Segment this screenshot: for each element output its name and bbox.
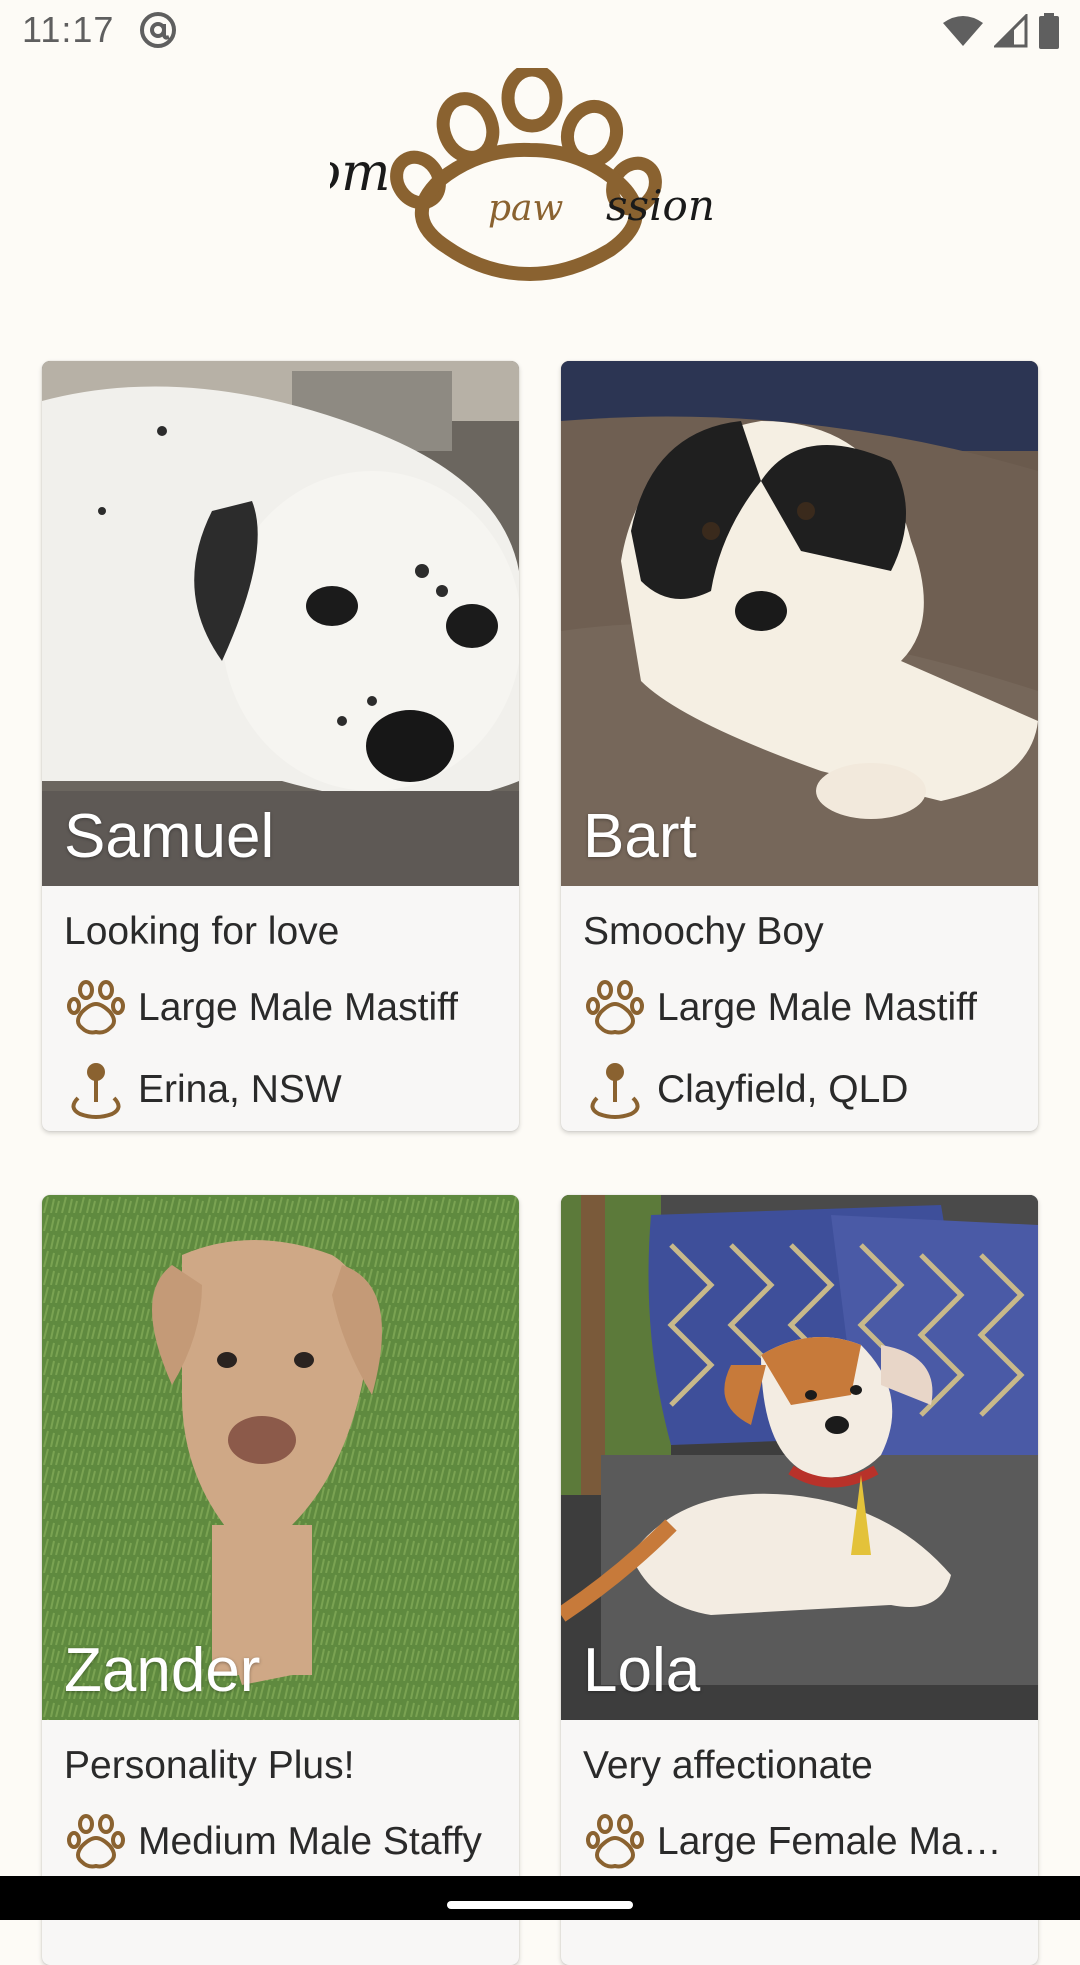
pet-photo[interactable]: Lola (561, 1195, 1038, 1720)
pet-photo[interactable]: Bart (561, 361, 1038, 886)
pet-breed: Large Male Mastiff (138, 986, 459, 1029)
pet-breed-row: Large Male Mastiff (64, 976, 497, 1040)
pet-breed: Large Female Mastiff (657, 1820, 1016, 1863)
status-time: 11:17 (22, 9, 115, 50)
card-body: Smoochy Boy Large Male Mastiff Clayfield… (561, 886, 1038, 1131)
pet-card-lola[interactable]: Lola Very affectionate Large Female Mast… (561, 1195, 1038, 1965)
card-body: Looking for love Large Male Mastiff Erin… (42, 886, 519, 1131)
status-icons (942, 12, 1060, 50)
paw-icon (67, 980, 125, 1035)
wifi-icon (943, 16, 983, 46)
pet-location: Clayfield, QLD (657, 1068, 909, 1111)
pet-location-row: Erina, NSW (64, 1058, 497, 1122)
logo-text-center: paw (488, 188, 564, 229)
pet-photo[interactable]: Zander (42, 1195, 519, 1720)
status-bar: 11:17 (0, 0, 1080, 62)
pet-card-bart[interactable]: Bart Smoochy Boy Large Male Mastiff Clay… (561, 361, 1038, 1131)
system-nav-bar (0, 1876, 1080, 1920)
pet-tagline: Looking for love (64, 910, 340, 953)
pet-name: Bart (583, 802, 697, 871)
card-body: Personality Plus! Medium Male Staffy (42, 1720, 519, 1965)
battery-icon (1039, 13, 1059, 49)
pet-card-zander[interactable]: Zander Personality Plus! Medium Male Sta… (42, 1195, 519, 1965)
pet-tagline: Personality Plus! (64, 1744, 355, 1787)
logo-text-left: Com (330, 143, 390, 203)
paw-icon (586, 1814, 644, 1869)
pet-photo[interactable]: Samuel (42, 361, 519, 886)
pet-card-samuel[interactable]: Samuel Looking for love Large Male Masti… (42, 361, 519, 1131)
pet-breed: Medium Male Staffy (138, 1820, 482, 1863)
at-sign-icon (140, 12, 176, 48)
app-logo: Com paw ssion (330, 68, 715, 282)
pet-location-row: Clayfield, QLD (583, 1058, 1016, 1122)
pet-breed-row: Large Female Mastiff (583, 1810, 1016, 1874)
pet-tagline: Very affectionate (583, 1744, 873, 1787)
location-pin-icon (71, 1063, 121, 1119)
pet-location: Erina, NSW (138, 1068, 342, 1111)
pet-name: Zander (64, 1636, 261, 1705)
pet-breed: Large Male Mastiff (657, 986, 978, 1029)
cellular-signal-icon (994, 14, 1028, 48)
pet-breed-row: Large Male Mastiff (583, 976, 1016, 1040)
pet-tagline: Smoochy Boy (583, 910, 824, 953)
location-pin-icon (590, 1063, 640, 1119)
pet-name: Samuel (64, 802, 275, 871)
logo-text-right: ssion (606, 181, 715, 230)
home-gesture-handle[interactable] (447, 1901, 633, 1909)
pet-breed-row: Medium Male Staffy (64, 1810, 497, 1874)
paw-icon (67, 1814, 125, 1869)
paw-icon (586, 980, 644, 1035)
pet-name: Lola (583, 1636, 701, 1705)
card-body: Very affectionate Large Female Mastiff (561, 1720, 1038, 1965)
